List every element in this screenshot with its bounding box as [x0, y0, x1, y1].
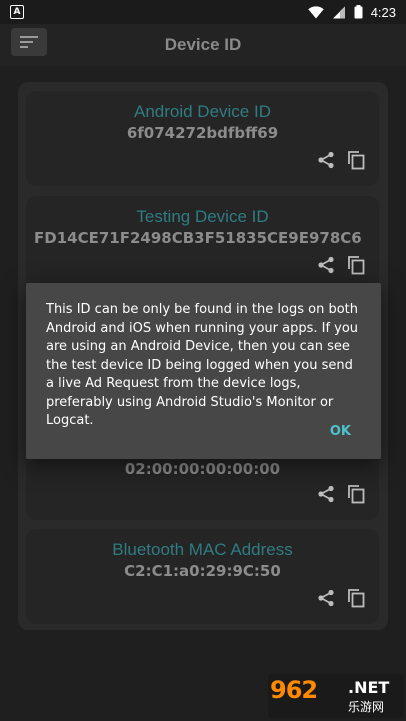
- share-icon[interactable]: [317, 151, 335, 173]
- card-value: 6f074272bdfbff69: [126, 124, 279, 142]
- copy-icon[interactable]: [347, 484, 365, 508]
- menu-button[interactable]: [11, 28, 47, 56]
- cellular-signal-icon: [332, 6, 346, 19]
- card-value: C2:C1:a0:29:9C:50: [124, 562, 281, 580]
- android-device-id-card[interactable]: Android Device ID 6f074272bdfbff69: [26, 91, 379, 186]
- testing-device-id-card[interactable]: Testing Device ID FD14CE71F2498CB3F51835…: [26, 196, 379, 291]
- watermark-net: .NET: [348, 678, 390, 697]
- card-label: Android Device ID: [133, 102, 271, 121]
- app-bar: Device ID: [0, 24, 406, 66]
- card-label: Testing Device ID: [136, 207, 269, 226]
- status-time: 4:23: [370, 4, 396, 20]
- menu-lines-icon: [20, 33, 38, 52]
- card-value: 02:00:00:00:00:00: [124, 460, 281, 478]
- watermark-cn: 乐游网: [348, 700, 385, 714]
- watermark-logo: 962 .NET 乐游网: [268, 674, 404, 718]
- bluetooth-mac-card[interactable]: Bluetooth MAC Address C2:C1:a0:29:9C:50: [26, 529, 379, 624]
- page-title: Device ID: [164, 35, 242, 54]
- watermark-number: 962: [270, 676, 318, 704]
- copy-icon[interactable]: [347, 255, 365, 279]
- card-value: FD14CE71F2498CB3F51835CE9E978C6: [34, 229, 362, 247]
- share-icon[interactable]: [317, 589, 335, 611]
- copy-icon[interactable]: [347, 150, 365, 174]
- share-icon[interactable]: [317, 256, 335, 278]
- status-bar: A 4:23: [0, 0, 406, 24]
- info-dialog: This ID can be only be found in the logs…: [26, 283, 381, 459]
- share-icon[interactable]: [317, 485, 335, 507]
- battery-icon: [354, 5, 363, 19]
- card-label: Bluetooth MAC Address: [112, 540, 293, 559]
- wifi-icon: [307, 5, 324, 19]
- copy-icon[interactable]: [347, 588, 365, 612]
- ok-button[interactable]: OK: [330, 424, 351, 439]
- dialog-message: This ID can be only be found in the logs…: [46, 302, 359, 428]
- notification-icon: A: [10, 5, 24, 19]
